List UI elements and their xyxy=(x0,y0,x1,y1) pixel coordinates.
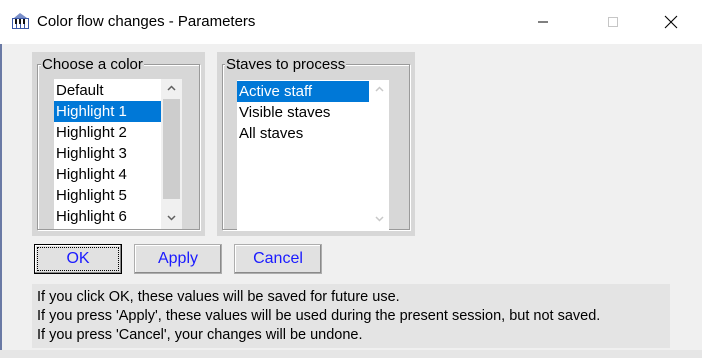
color-list[interactable]: Default Highlight 1 Highlight 2 Highligh… xyxy=(54,79,182,229)
maximize-button[interactable] xyxy=(590,0,636,44)
staves-item-all-staves[interactable]: All staves xyxy=(237,123,369,144)
background-window-edge xyxy=(0,44,2,358)
window-title: Color flow changes - Parameters xyxy=(37,13,256,30)
info-apply-text: If you press 'Apply', these values will … xyxy=(37,308,601,324)
minimize-button[interactable] xyxy=(520,0,566,44)
color-item-highlight-1[interactable]: Highlight 1 xyxy=(54,101,161,122)
color-group: Choose a color Default Highlight 1 Highl… xyxy=(32,52,205,236)
cancel-button[interactable]: Cancel xyxy=(234,244,322,274)
staves-list-scrollbar xyxy=(369,80,389,230)
chevron-down-icon xyxy=(374,216,384,222)
close-button[interactable] xyxy=(648,0,694,44)
apply-button[interactable]: Apply xyxy=(134,244,222,274)
ok-button[interactable]: OK xyxy=(34,244,122,274)
staves-group-label: Staves to process xyxy=(225,56,347,73)
close-icon xyxy=(664,15,678,29)
info-panel: If you click OK, these values will be sa… xyxy=(32,284,670,348)
staves-list[interactable]: Active staff Visible staves All staves xyxy=(237,80,389,230)
color-item-highlight-3[interactable]: Highlight 3 xyxy=(54,143,161,164)
info-cancel-text: If you press 'Cancel', your changes will… xyxy=(37,327,363,343)
chevron-up-icon xyxy=(374,86,384,92)
color-item-highlight-4[interactable]: Highlight 4 xyxy=(54,164,161,185)
scroll-down-arrow-disabled xyxy=(369,210,389,228)
chevron-down-icon xyxy=(167,215,176,221)
color-list-scrollbar[interactable] xyxy=(161,79,182,229)
scroll-thumb[interactable] xyxy=(163,99,180,199)
color-item-highlight-6[interactable]: Highlight 6 xyxy=(54,206,161,227)
title-bar: Color flow changes - Parameters xyxy=(0,0,702,44)
color-item-highlight-5[interactable]: Highlight 5 xyxy=(54,185,161,206)
staves-item-visible-staves[interactable]: Visible staves xyxy=(237,102,369,123)
minimize-icon xyxy=(538,21,548,23)
color-item-highlight-2[interactable]: Highlight 2 xyxy=(54,122,161,143)
color-item-default[interactable]: Default xyxy=(54,80,161,101)
scroll-down-arrow[interactable] xyxy=(161,209,182,227)
scroll-up-arrow[interactable] xyxy=(161,79,182,97)
color-group-label: Choose a color xyxy=(41,56,144,73)
staves-item-active-staff[interactable]: Active staff xyxy=(237,81,369,102)
scroll-up-arrow-disabled xyxy=(369,80,389,98)
info-ok-text: If you click OK, these values will be sa… xyxy=(37,289,400,305)
staves-group: Staves to process Active staff Visible s… xyxy=(217,52,415,236)
chevron-up-icon xyxy=(167,85,176,91)
maximize-icon xyxy=(608,17,618,27)
piano-keys-icon xyxy=(12,13,29,29)
background-window-strip xyxy=(0,350,702,358)
